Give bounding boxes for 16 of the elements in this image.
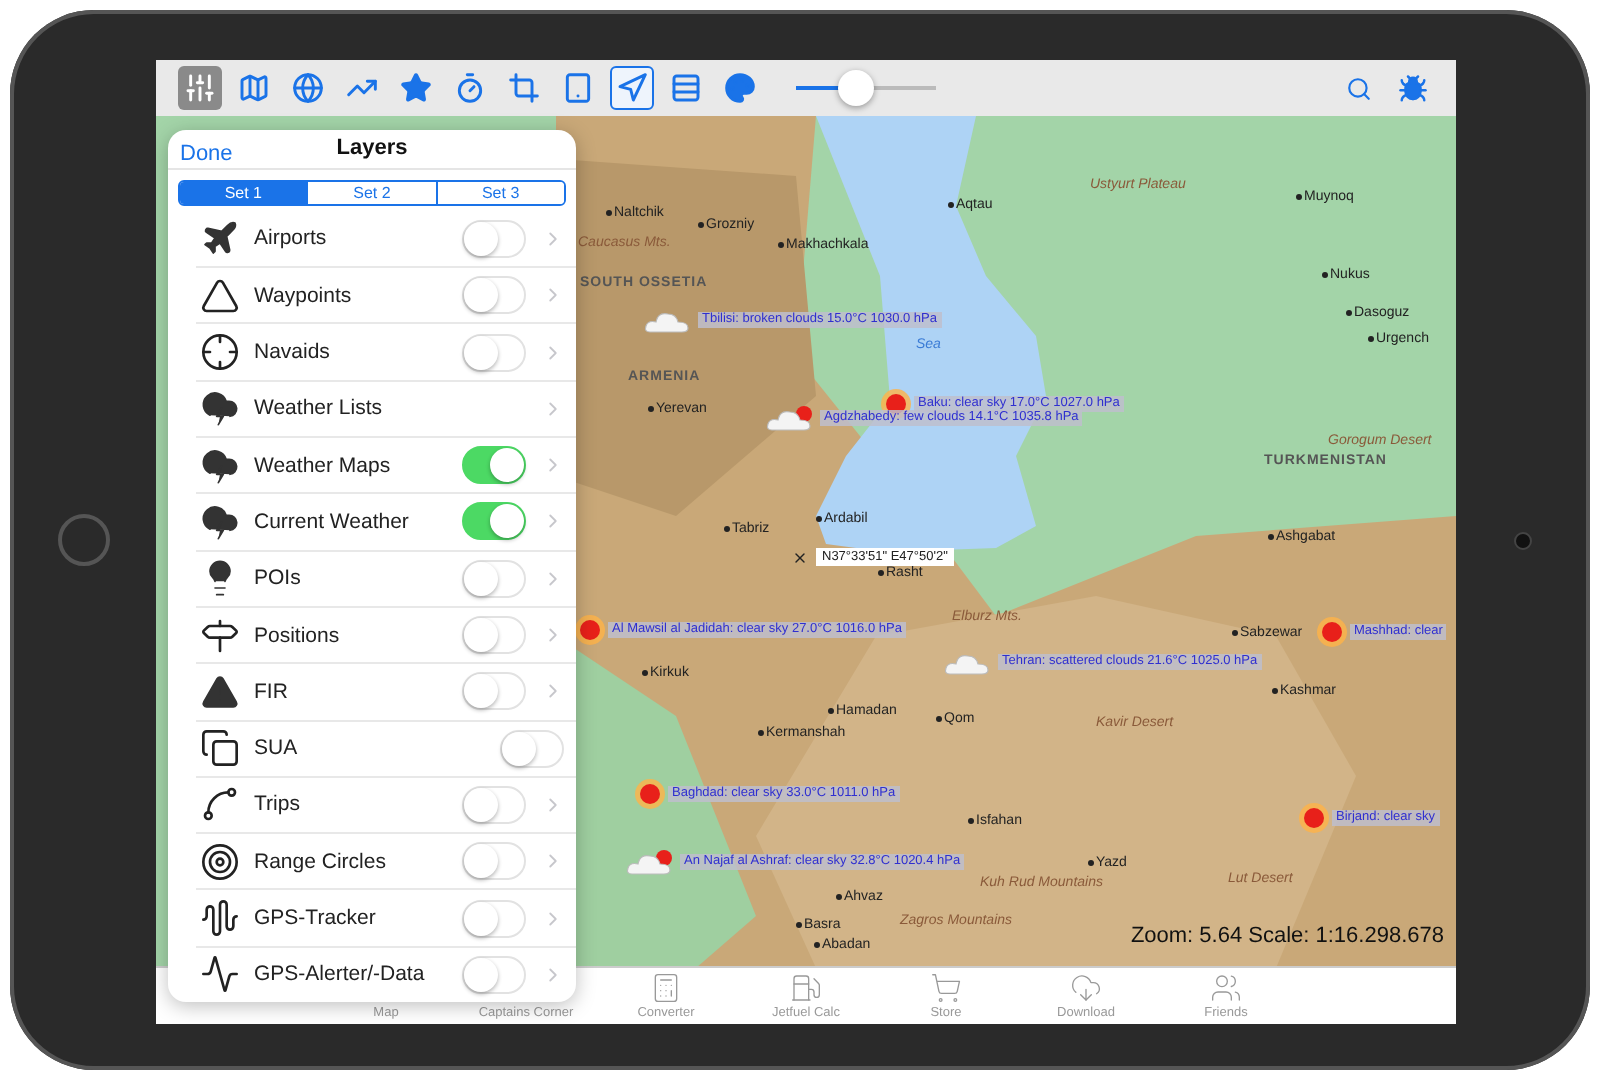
popover-title: Layers [336,136,408,161]
layer-label: Weather Maps [254,453,393,478]
layer-label: Current Weather [254,509,411,534]
layer-label: Waypoints [254,283,354,308]
layer-label: POIs [254,566,303,591]
layer-label: SUA [254,736,300,761]
layer-label: Range Circles [254,849,388,874]
layer-label: FIR [254,679,290,704]
layer-label: GPS-Alerter/-Data [254,962,427,987]
layer-label: GPS-Tracker [254,906,378,931]
layer-label: Trips [254,792,302,817]
layer-label: Airports [254,226,329,251]
zoom-scale-text: Zoom: 5.64 Scale: 1:16.298.678 [1130,924,1444,948]
layer-label: Weather Lists [254,396,384,421]
layer-label: Navaids [254,340,332,365]
layer-label: Positions [254,623,342,648]
